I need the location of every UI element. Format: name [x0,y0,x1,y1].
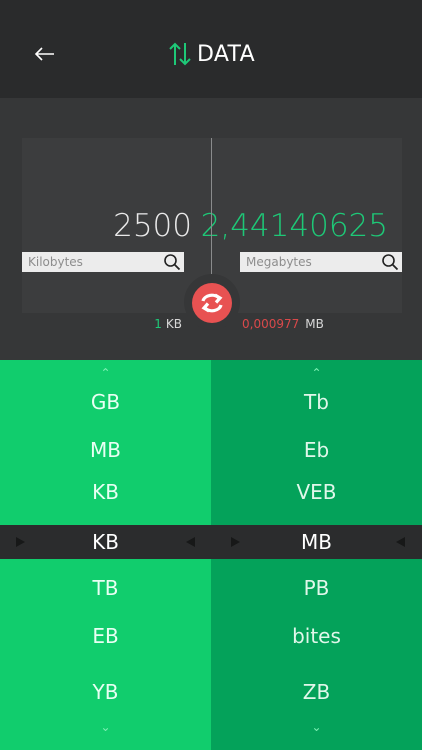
scroll-up-icon[interactable]: ⌃ [211,366,422,380]
to-unit-note: 0,000977 MB [242,317,324,331]
picker-item[interactable]: EB [0,624,211,648]
swap-button[interactable] [192,283,232,323]
up-down-arrows-icon [169,42,191,66]
input-value[interactable]: 2500 [113,208,192,244]
output-value: 2,44140625 [200,208,388,244]
selected-from-unit[interactable]: KB [0,530,211,554]
swap-icon [201,293,223,313]
page-title-text: DATA [197,41,255,67]
picker-item[interactable]: Tb [211,390,422,414]
from-unit-field[interactable]: Kilobytes [22,252,184,272]
title-wrap: DATA [0,40,422,72]
search-icon[interactable] [381,253,399,271]
conversion-panel: 2500 2,44140625 Kilobytes Megabytes 1 KB … [0,98,422,360]
scroll-up-icon[interactable]: ⌃ [0,366,211,380]
from-unit-label: Kilobytes [28,255,83,269]
to-note-value: 0,000977 [242,317,300,331]
panel-divider [211,138,212,274]
search-icon[interactable] [163,253,181,271]
header: DATA [0,0,422,98]
picker-item[interactable]: TB [0,576,211,600]
to-note-unit: MB [305,317,324,331]
picker-item[interactable]: MB [0,438,211,462]
scroll-down-icon[interactable]: ⌄ [0,720,211,734]
from-unit-note: 1 KB [154,317,182,331]
page-title: DATA [167,40,255,68]
output-box: 2,44140625 [201,138,402,313]
picker-item[interactable]: Eb [211,438,422,462]
picker-item[interactable]: GB [0,390,211,414]
selected-to-unit[interactable]: MB [211,530,422,554]
selection-band: KB MB [0,525,422,559]
input-box[interactable]: 2500 [22,138,212,313]
pointer-left-icon [186,537,195,547]
picker-item[interactable]: ZB [211,680,422,704]
pointer-left-icon [396,537,405,547]
picker-item[interactable]: YB [0,680,211,704]
to-unit-label: Megabytes [246,255,312,269]
picker-item[interactable]: VEB [211,480,422,504]
picker-item[interactable]: PB [211,576,422,600]
to-unit-field[interactable]: Megabytes [240,252,402,272]
from-note-value: 1 [154,317,162,331]
from-note-unit: KB [165,317,182,331]
picker-item[interactable]: bites [211,624,422,648]
picker-item[interactable]: KB [0,480,211,504]
scroll-down-icon[interactable]: ⌄ [211,720,422,734]
